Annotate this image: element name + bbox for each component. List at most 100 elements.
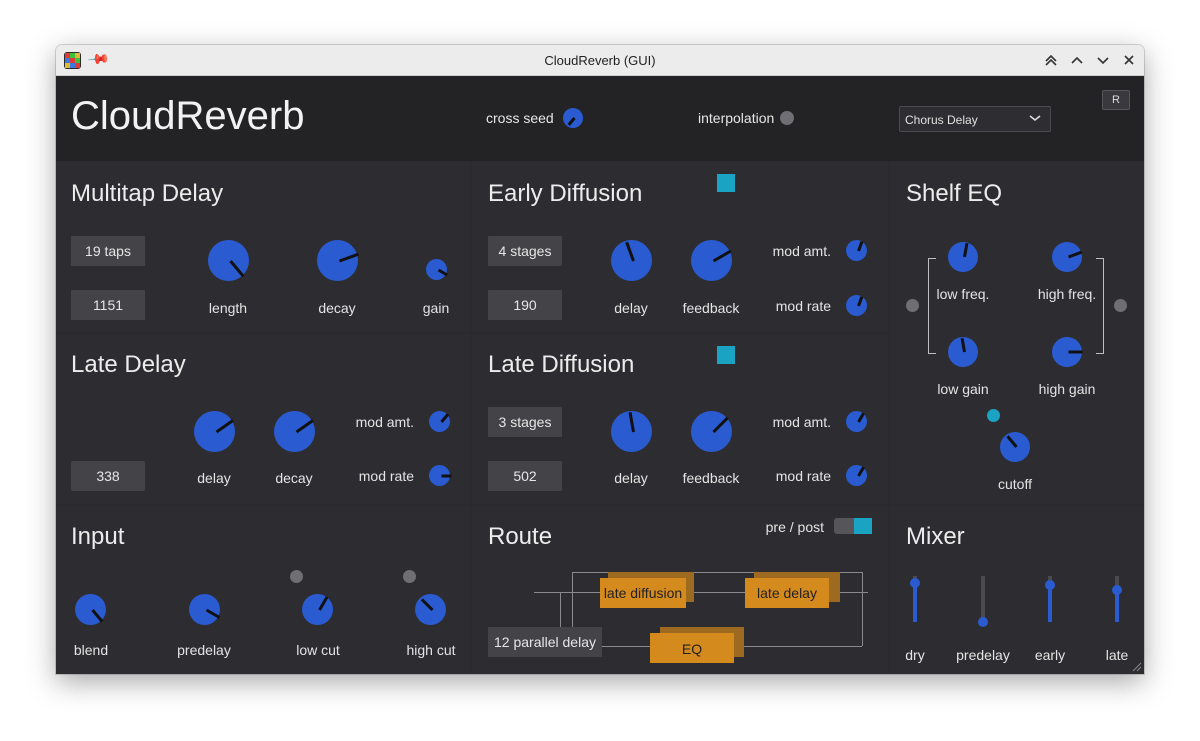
blend-knob[interactable]: [75, 594, 106, 625]
early-mod-rate-label: mod rate: [775, 298, 831, 314]
early-mod-rate-knob[interactable]: [846, 295, 867, 316]
late-diff-feedback-knob[interactable]: [691, 411, 732, 452]
low-cut-toggle[interactable]: [290, 570, 303, 583]
gain-knob[interactable]: [426, 259, 448, 280]
multitap-value-box[interactable]: 1151: [71, 290, 145, 320]
low-cut-label: low cut: [296, 642, 340, 658]
length-label: length: [208, 300, 248, 316]
late-diffusion-enable-toggle[interactable]: [717, 346, 735, 364]
left-bracket: [928, 258, 936, 354]
decay-knob[interactable]: [317, 240, 359, 281]
late-diff-value-box[interactable]: 502: [488, 461, 562, 491]
taps-box[interactable]: 19 taps: [71, 236, 145, 266]
late-mod-rate-label: mod rate: [358, 468, 414, 484]
app-name: CloudReverb: [71, 94, 305, 138]
route-eq[interactable]: EQ: [650, 633, 734, 663]
dry-slider[interactable]: [910, 576, 920, 622]
shelf-eq-panel: Shelf EQ low freq. high freq. low gain h…: [890, 162, 1144, 504]
parallel-delay-box[interactable]: 12 parallel delay: [488, 627, 602, 657]
mixer-panel: Mixer dry predelay early late: [890, 506, 1144, 674]
close-button[interactable]: [1119, 50, 1139, 70]
close-icon: [1124, 55, 1134, 65]
cross-seed-label: cross seed: [486, 110, 554, 126]
predelay-slider[interactable]: [978, 576, 988, 627]
late-slider[interactable]: [1112, 576, 1122, 622]
input-panel: Input blend predelay low cut high cut: [56, 506, 470, 674]
window-titlebar[interactable]: 📌 CloudReverb (GUI): [56, 45, 1144, 76]
late-mod-rate-knob[interactable]: [429, 465, 451, 486]
panel-title: Mixer: [906, 523, 965, 550]
length-knob[interactable]: [208, 240, 249, 281]
late-diffusion-panel: Late Diffusion 3 stages 502 delay feedba…: [472, 334, 888, 504]
early-mod-amt-label: mod amt.: [772, 243, 831, 259]
pre-post-toggle[interactable]: [834, 518, 872, 534]
late-diff-delay-knob[interactable]: [611, 411, 652, 452]
minimize-button[interactable]: [1093, 50, 1113, 70]
panel-title: Shelf EQ: [906, 180, 1003, 207]
low-cut-knob[interactable]: [302, 594, 333, 625]
multitap-delay-panel: Multitap Delay 19 taps 1151 length decay…: [56, 162, 470, 332]
late-diff-mod-rate-knob[interactable]: [846, 465, 867, 486]
cross-seed-knob[interactable]: [563, 108, 583, 128]
predelay-knob[interactable]: [189, 594, 220, 625]
maximize-button[interactable]: [1067, 50, 1087, 70]
early-delay-knob[interactable]: [611, 240, 652, 281]
late-stages-box[interactable]: 3 stages: [488, 407, 562, 437]
early-diffusion-panel: Early Diffusion 4 stages 190 delay feedb…: [472, 162, 888, 332]
shade-button[interactable]: [1041, 50, 1061, 70]
high-gain-knob[interactable]: [1052, 337, 1083, 367]
preset-select[interactable]: Chorus Delay: [899, 106, 1051, 132]
early-mod-amt-knob[interactable]: [846, 240, 867, 261]
cutoff-toggle[interactable]: [987, 409, 1000, 422]
chevron-down-icon: [1097, 57, 1109, 65]
panel-title: Late Diffusion: [488, 351, 635, 378]
panel-title: Early Diffusion: [488, 180, 643, 207]
interpolation-toggle[interactable]: [780, 111, 794, 125]
double-chevron-up-icon: [1045, 54, 1057, 66]
window-title: CloudReverb (GUI): [544, 53, 656, 68]
high-gain-label: high gain: [1038, 381, 1096, 397]
cutoff-label: cutoff: [998, 476, 1032, 492]
decay-label: decay: [318, 300, 356, 316]
plugin-main: CloudReverb cross seed interpolation Cho…: [56, 76, 1144, 674]
low-freq-knob[interactable]: [948, 242, 978, 272]
high-cut-toggle[interactable]: [403, 570, 416, 583]
early-enable-toggle[interactable]: [717, 174, 735, 192]
low-gain-label: low gain: [937, 381, 989, 397]
panel-title: Input: [71, 523, 125, 550]
early-value-box[interactable]: 190: [488, 290, 562, 320]
chevron-up-icon: [1071, 56, 1083, 64]
high-freq-knob[interactable]: [1052, 242, 1083, 272]
late-decay-knob[interactable]: [274, 411, 315, 452]
resize-grip-icon[interactable]: [1130, 660, 1142, 672]
late-diff-mod-amt-label: mod amt.: [772, 414, 831, 430]
route-late-diffusion[interactable]: late diffusion: [600, 578, 686, 608]
panel-title: Multitap Delay: [71, 180, 224, 207]
early-slider[interactable]: [1045, 576, 1055, 622]
panel-title: Route: [488, 523, 553, 550]
late-mod-amt-label: mod amt.: [355, 414, 414, 430]
late-delay-value-box[interactable]: 338: [71, 461, 145, 491]
route-line: [862, 572, 863, 646]
pre-post-label: pre / post: [765, 519, 824, 535]
cutoff-knob[interactable]: [1000, 432, 1030, 462]
right-bracket: [1096, 258, 1104, 354]
reset-button[interactable]: R: [1102, 90, 1130, 110]
preset-value: Chorus Delay: [905, 113, 978, 127]
gain-label: gain: [422, 300, 450, 316]
interpolation-label: interpolation: [698, 110, 775, 126]
route-late-delay[interactable]: late delay: [745, 578, 829, 608]
high-freq-label: high freq.: [1037, 286, 1097, 302]
low-gain-knob[interactable]: [948, 337, 978, 367]
late-delay-panel: Late Delay 338 delay decay mod amt. mod …: [56, 334, 470, 504]
late-diff-mod-amt-knob[interactable]: [846, 411, 867, 432]
high-cut-knob[interactable]: [415, 594, 446, 625]
early-feedback-knob[interactable]: [691, 240, 732, 281]
late-mod-amt-knob[interactable]: [429, 411, 450, 432]
header: CloudReverb cross seed interpolation Cho…: [56, 76, 1144, 161]
predelay-label: predelay: [177, 642, 231, 658]
chevron-down-icon: [1029, 115, 1041, 122]
late-diff-mod-rate-label: mod rate: [775, 468, 831, 484]
stages-box[interactable]: 4 stages: [488, 236, 562, 266]
late-delay-knob[interactable]: [194, 411, 235, 452]
